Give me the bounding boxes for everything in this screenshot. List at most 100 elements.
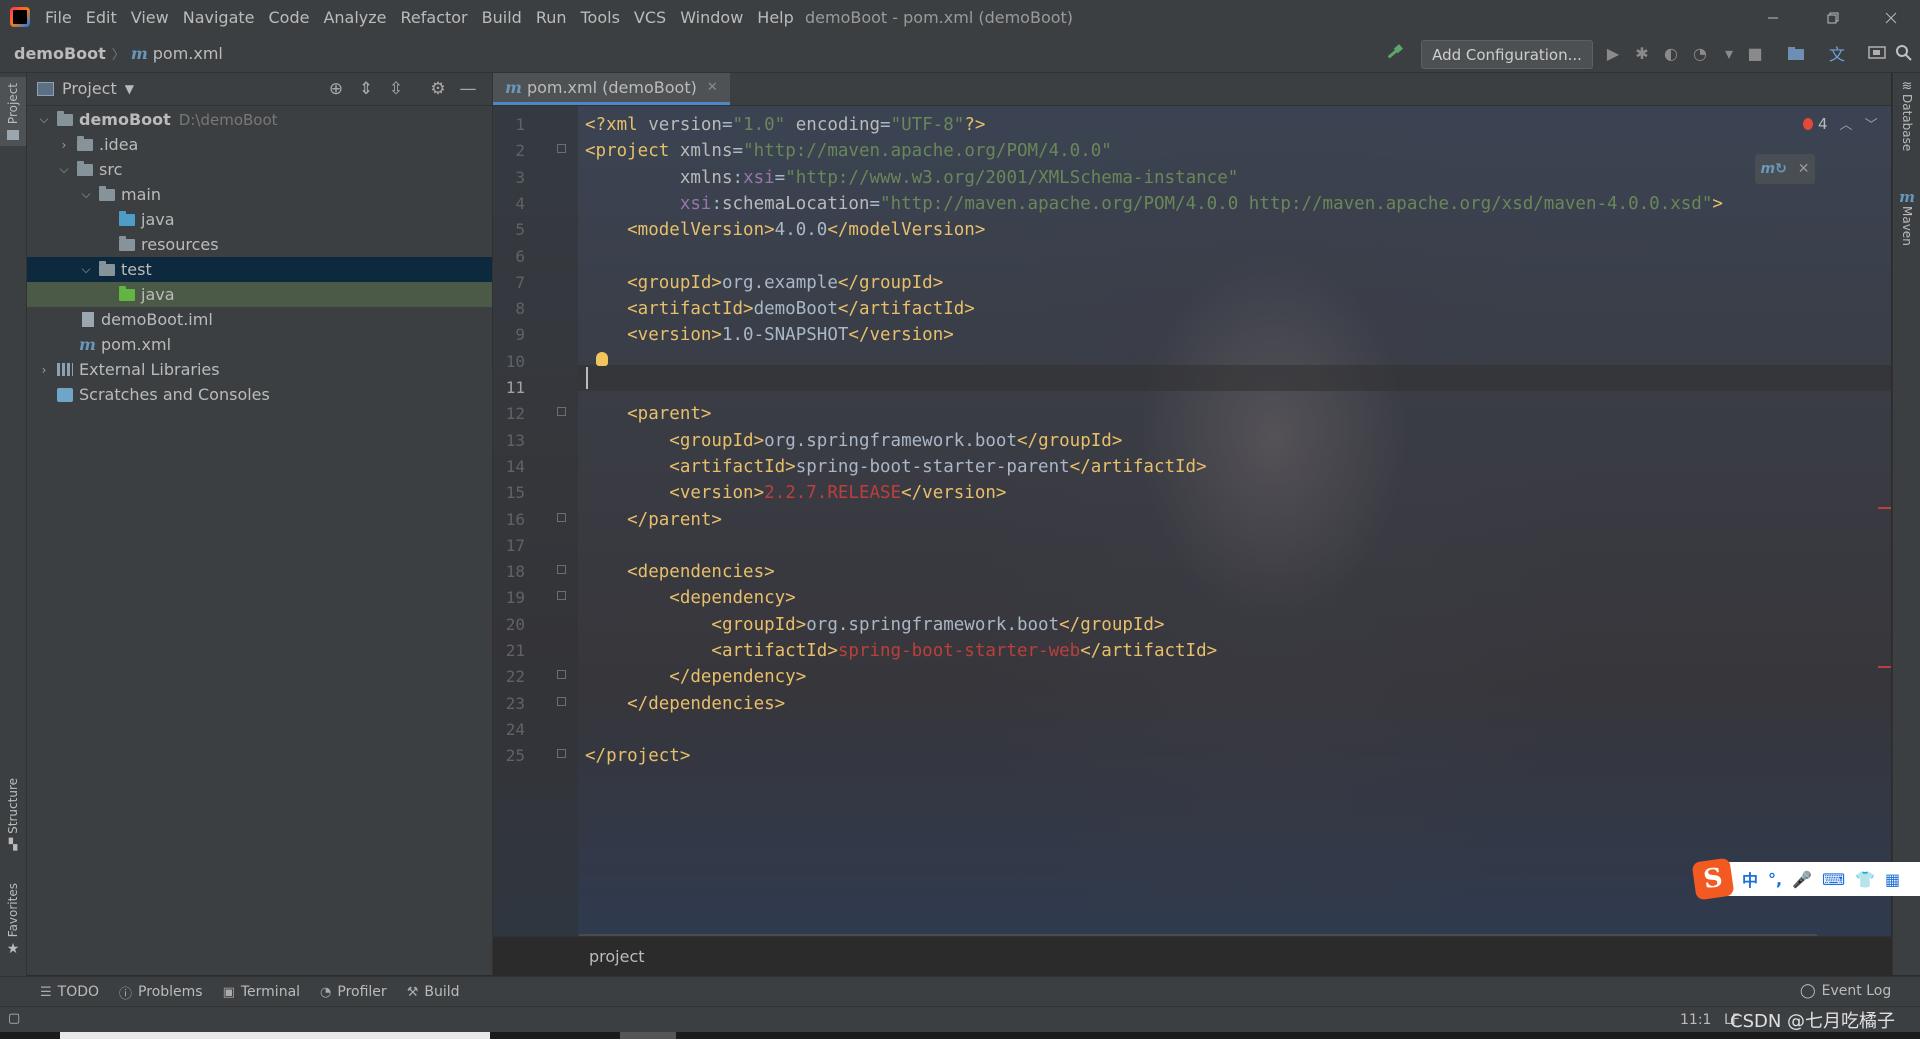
debug-icon[interactable]: ✱ — [1631, 42, 1653, 64]
tree-item-external-libraries[interactable]: › External Libraries — [27, 357, 492, 382]
error-stripe-mark[interactable] — [1878, 666, 1891, 668]
fold-marker-icon[interactable] — [557, 144, 566, 154]
close-tab-icon[interactable]: ✕ — [707, 80, 718, 95]
code-line[interactable]: xsi:schemaLocation="http://maven.apache.… — [585, 191, 1723, 217]
line-number[interactable]: 5 — [493, 217, 525, 243]
code-line[interactable]: </parent> — [585, 507, 722, 533]
menu-window[interactable]: Window — [673, 0, 750, 35]
lightbulb-icon[interactable] — [596, 352, 608, 366]
tree-item-idea[interactable]: › .idea — [27, 132, 492, 157]
toolbox-icon[interactable]: ▦ — [1885, 870, 1900, 889]
fold-marker-icon[interactable] — [557, 512, 566, 522]
taskbar-item[interactable] — [620, 1032, 676, 1039]
tool-todo[interactable]: ☰ TODO — [40, 984, 99, 1000]
line-number[interactable]: 20 — [493, 612, 525, 638]
code-line[interactable]: <version>1.0-SNAPSHOT</version> — [585, 322, 954, 348]
code-line[interactable]: <version>2.2.7.RELEASE</version> — [585, 480, 1006, 506]
tree-item-scratches[interactable]: Scratches and Consoles — [27, 382, 492, 407]
tree-item-pom-xml[interactable]: m pom.xml — [27, 332, 492, 357]
tool-problems[interactable]: ⓘ Problems — [119, 983, 203, 1002]
code-line[interactable]: <dependency> — [585, 585, 795, 611]
menu-view[interactable]: View — [124, 0, 176, 35]
tool-build[interactable]: ⚒ Build — [407, 984, 460, 1000]
code-line[interactable]: <parent> — [585, 401, 711, 427]
line-number[interactable]: 19 — [493, 585, 525, 611]
tool-profiler[interactable]: ◔ Profiler — [320, 984, 387, 1000]
code-line[interactable]: <artifactId>spring-boot-starter-web</art… — [585, 638, 1217, 664]
menu-file[interactable]: File — [38, 0, 79, 35]
run-icon[interactable]: ▶ — [1602, 42, 1624, 64]
breadcrumb-project[interactable]: demoBoot — [14, 44, 106, 63]
line-number[interactable]: 2 — [493, 138, 525, 164]
menu-navigate[interactable]: Navigate — [176, 0, 262, 35]
line-number[interactable]: 14 — [493, 454, 525, 480]
toggle-tool-windows-icon[interactable]: ▢ — [8, 1011, 20, 1026]
fold-marker-icon[interactable] — [557, 749, 566, 759]
chevron-down-icon[interactable]: ﹀ — [1865, 114, 1878, 133]
code-line[interactable]: <dependencies> — [585, 559, 775, 585]
line-number[interactable]: 3 — [493, 165, 525, 191]
line-number[interactable]: 10 — [493, 349, 525, 375]
hide-panel-icon[interactable]: — — [457, 78, 479, 100]
line-number[interactable]: 4 — [493, 191, 525, 217]
inspection-widget[interactable]: 4 ︿ ﹀ — [1803, 114, 1878, 133]
tree-item-src[interactable]: ⌵ src — [27, 157, 492, 182]
caret-position[interactable]: 11:1 — [1680, 1007, 1711, 1033]
project-view-selector[interactable]: Project ▼ — [37, 73, 134, 105]
microphone-icon[interactable]: 🎤 — [1792, 870, 1812, 889]
code-line[interactable]: <artifactId>demoBoot</artifactId> — [585, 296, 975, 322]
line-number[interactable]: 18 — [493, 559, 525, 585]
tree-item-main[interactable]: ⌵ main — [27, 182, 492, 207]
menu-code[interactable]: Code — [262, 0, 317, 35]
fold-marker-icon[interactable] — [557, 591, 566, 601]
code-line[interactable]: </dependencies> — [585, 691, 785, 717]
menu-run[interactable]: Run — [529, 0, 574, 35]
collapse-all-icon[interactable]: ⇳ — [385, 78, 407, 100]
keyboard-icon[interactable]: ⌨ — [1822, 870, 1845, 889]
line-number[interactable]: 8 — [493, 296, 525, 322]
tool-tab-favorites[interactable]: Favorites ★ — [0, 883, 26, 957]
gear-icon[interactable]: ⚙ — [427, 78, 449, 100]
code-line[interactable]: </dependency> — [585, 664, 806, 690]
code-line[interactable]: <project xmlns="http://maven.apache.org/… — [585, 138, 1112, 164]
line-number[interactable]: 21 — [493, 638, 525, 664]
code-line[interactable]: <artifactId>spring-boot-starter-parent</… — [585, 454, 1206, 480]
profile-icon[interactable]: ◔ — [1689, 42, 1711, 64]
code-editor[interactable]: 1 2 3 4 5 6 7 8 9 10 11 12 13 14 15 16 17 18 19 20 21 22 23 24 2… — [493, 106, 1891, 936]
ime-punctuation[interactable]: °, — [1768, 870, 1782, 889]
presentation-icon[interactable] — [1866, 42, 1888, 64]
menu-tools[interactable]: Tools — [574, 0, 627, 35]
line-number[interactable]: 24 — [493, 717, 525, 743]
line-number[interactable]: 17 — [493, 533, 525, 559]
tool-tab-project[interactable]: Project — [0, 77, 26, 147]
fold-marker-icon[interactable] — [557, 670, 566, 680]
tree-item-test[interactable]: ⌵ test — [27, 257, 492, 282]
translate-icon[interactable]: 文 — [1826, 42, 1848, 64]
close-window-button[interactable] — [1868, 0, 1914, 35]
skin-icon[interactable]: 👕 — [1855, 870, 1875, 889]
tree-item-main-java[interactable]: java — [27, 207, 492, 232]
line-number[interactable]: 13 — [493, 428, 525, 454]
code-line[interactable]: <?xml version="1.0" encoding="UTF-8"?> — [585, 112, 985, 138]
tree-item-demoboot-iml[interactable]: demoBoot.iml — [27, 307, 492, 332]
add-configuration-button[interactable]: Add Configuration... — [1421, 40, 1593, 69]
coverage-icon[interactable]: ◐ — [1660, 42, 1682, 64]
build-hammer-icon[interactable] — [1384, 42, 1406, 64]
chevron-up-icon[interactable]: ︿ — [1840, 114, 1853, 133]
dropdown-arrow-icon[interactable]: ▾ — [1718, 42, 1740, 64]
expand-all-icon[interactable]: ⇕ — [355, 78, 377, 100]
line-number[interactable]: 12 — [493, 401, 525, 427]
code-line[interactable]: <groupId>org.example</groupId> — [585, 270, 943, 296]
menu-analyze[interactable]: Analyze — [316, 0, 393, 35]
tool-tab-database[interactable]: ≋ Database — [1893, 79, 1920, 151]
tree-item-test-java[interactable]: java — [27, 282, 492, 307]
search-icon[interactable] — [1893, 42, 1915, 64]
error-stripe-mark[interactable] — [1878, 507, 1891, 509]
line-number[interactable]: 7 — [493, 270, 525, 296]
code-line[interactable]: <groupId>org.springframework.boot</group… — [585, 428, 1122, 454]
restore-button[interactable] — [1810, 0, 1856, 35]
menu-help[interactable]: Help — [750, 0, 800, 35]
code-line[interactable]: </project> — [585, 743, 690, 769]
taskbar-item[interactable] — [60, 1032, 490, 1039]
line-number[interactable]: 6 — [493, 244, 525, 270]
